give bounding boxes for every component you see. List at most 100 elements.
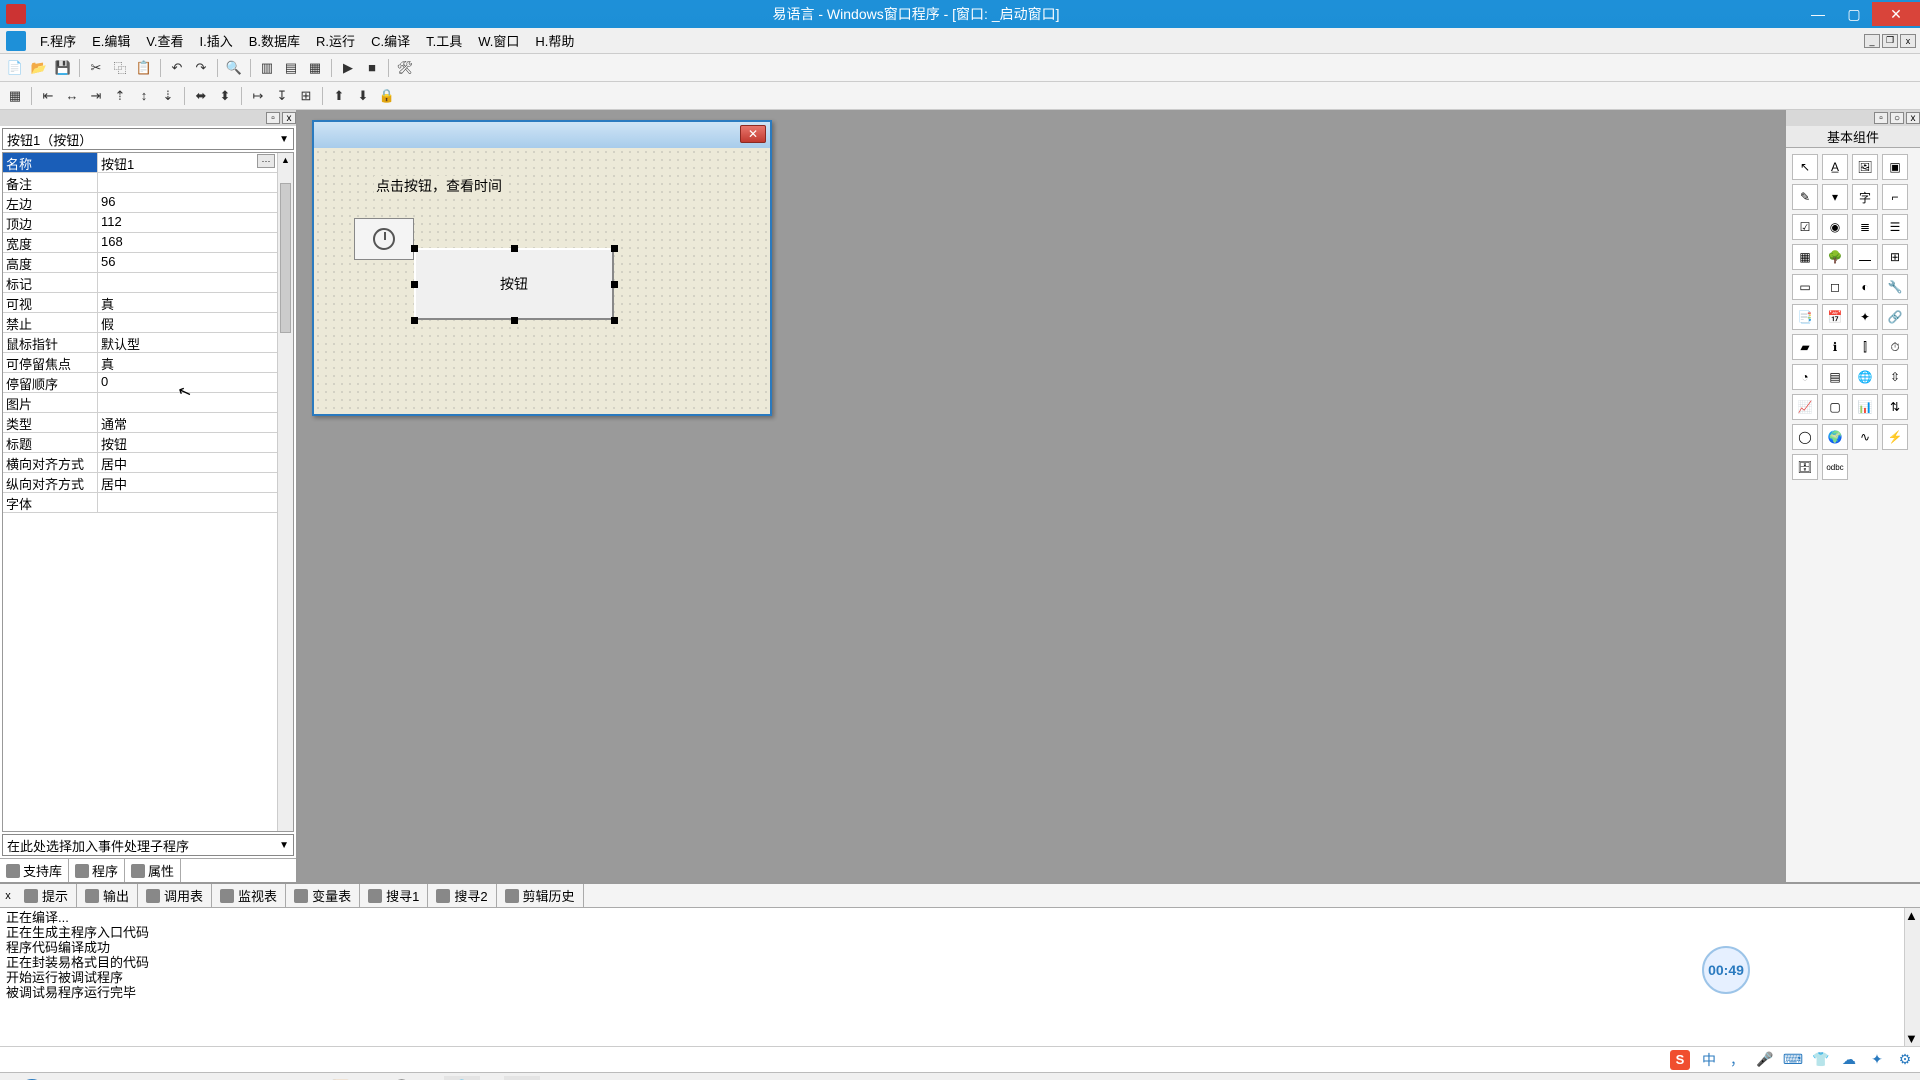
tool-panel[interactable]: ▭ xyxy=(1792,274,1818,300)
design-button-control[interactable]: 按钮 xyxy=(414,248,614,320)
tool-tree[interactable]: 🌳 xyxy=(1822,244,1848,270)
mdi-restore-button[interactable]: ❐ xyxy=(1882,34,1898,48)
tool-report[interactable]: 📊 xyxy=(1852,394,1878,420)
prop-value[interactable]: 默认型 xyxy=(98,333,277,352)
tool-split[interactable]: ⫿ xyxy=(1852,334,1878,360)
tool-scroll[interactable]: ⇳ xyxy=(1882,364,1908,390)
tool-tab[interactable]: 📑 xyxy=(1792,304,1818,330)
toolbox-dock-button[interactable]: ▫ xyxy=(1874,112,1888,124)
prop-value[interactable] xyxy=(98,273,277,292)
new-file-button[interactable]: 📄 xyxy=(4,57,26,79)
tool-wave[interactable]: ∿ xyxy=(1852,424,1878,450)
tool-spin[interactable]: ⇅ xyxy=(1882,394,1908,420)
prop-row[interactable]: 标记 xyxy=(3,273,293,293)
prop-row[interactable]: 鼠标指针默认型 xyxy=(3,333,293,353)
output-scrollbar[interactable]: ▲▼ xyxy=(1904,908,1920,1046)
grid-toggle-button[interactable]: ▦ xyxy=(4,85,26,107)
tool-frame[interactable]: ▢ xyxy=(1822,394,1848,420)
output-tab-7[interactable]: 剪辑历史 xyxy=(497,884,584,907)
ime-tools-icon[interactable]: ✦ xyxy=(1868,1051,1886,1069)
build-button[interactable]: 🛠 xyxy=(394,57,416,79)
ie-launcher[interactable] xyxy=(6,1075,58,1080)
vspace-button[interactable]: ↧ xyxy=(271,85,293,107)
copy-button[interactable]: ⿻ xyxy=(109,57,131,79)
mdi-minimize-button[interactable]: _ xyxy=(1864,34,1880,48)
align-center-button[interactable]: ↔ xyxy=(61,85,83,107)
same-width-button[interactable]: ⬌ xyxy=(190,85,212,107)
ime-punct-icon[interactable]: ， xyxy=(1728,1051,1746,1069)
cut-button[interactable]: ✂ xyxy=(85,57,107,79)
tool-list[interactable]: ≣ xyxy=(1852,214,1878,240)
align-right-button[interactable]: ⇥ xyxy=(85,85,107,107)
menu-item-5[interactable]: R.运行 xyxy=(308,29,363,52)
ime-extra1-icon[interactable]: 👕 xyxy=(1812,1051,1830,1069)
prop-row[interactable]: 可视真 xyxy=(3,293,293,313)
prop-value[interactable]: 56 xyxy=(98,253,277,272)
align-bottom-button[interactable]: ⇣ xyxy=(157,85,179,107)
panel-dock-button[interactable]: ▫ xyxy=(266,112,280,124)
toolbox-pin-button[interactable]: ○ xyxy=(1890,112,1904,124)
event-selector-dropdown[interactable]: 在此处选择加入事件处理子程序 xyxy=(2,834,294,856)
maximize-button[interactable]: ▢ xyxy=(1836,2,1872,26)
tool-menu[interactable]: ☰ xyxy=(1882,214,1908,240)
prop-value[interactable]: 居中 xyxy=(98,453,277,472)
prop-row[interactable]: 顶边112 xyxy=(3,213,293,233)
design-form[interactable]: ✕ 点击按钮，查看时间 按钮 xyxy=(312,120,772,416)
prop-row[interactable]: 宽度168 xyxy=(3,233,293,253)
design-form-body[interactable]: 点击按钮，查看时间 按钮 xyxy=(314,148,770,414)
menu-item-9[interactable]: H.帮助 xyxy=(527,29,582,52)
tool-ole[interactable]: ◯ xyxy=(1792,424,1818,450)
prop-value[interactable]: 96 xyxy=(98,193,277,212)
tool-flash[interactable]: ⚡ xyxy=(1882,424,1908,450)
tool-grid[interactable]: ▤ xyxy=(1822,364,1848,390)
layout1-button[interactable]: ▥ xyxy=(256,57,278,79)
output-tab-5[interactable]: 搜寻1 xyxy=(360,884,428,907)
tool-icon[interactable]: ✦ xyxy=(1852,304,1878,330)
prop-row[interactable]: 备注 xyxy=(3,173,293,193)
tool-timer[interactable]: ⏱ xyxy=(1882,334,1908,360)
tool-edit[interactable]: ✎ xyxy=(1792,184,1818,210)
taskbar-sublime[interactable]: 📙 xyxy=(324,1076,360,1080)
prop-row[interactable]: 横向对齐方式居中 xyxy=(3,453,293,473)
output-tab-2[interactable]: 调用表 xyxy=(138,884,212,907)
properties-scrollbar[interactable]: ▲ xyxy=(277,153,293,831)
prop-value[interactable]: 真 xyxy=(98,353,277,372)
tool-check[interactable]: ☑ xyxy=(1792,214,1818,240)
tool-calendar[interactable]: 📅 xyxy=(1822,304,1848,330)
output-tab-3[interactable]: 监视表 xyxy=(212,884,286,907)
menu-item-0[interactable]: F.程序 xyxy=(32,29,84,52)
tool-chart[interactable]: 📈 xyxy=(1792,394,1818,420)
output-tab-0[interactable]: 提示 xyxy=(16,884,77,907)
layout2-button[interactable]: ▤ xyxy=(280,57,302,79)
prop-tab-2[interactable]: 属性 xyxy=(125,859,181,882)
save-file-button[interactable]: 💾 xyxy=(52,57,74,79)
menu-item-1[interactable]: E.编辑 xyxy=(84,29,138,52)
tool-web[interactable]: 🌍 xyxy=(1822,424,1848,450)
ime-settings-icon[interactable]: ⚙ xyxy=(1896,1051,1914,1069)
taskbar-explorer[interactable]: 📁 xyxy=(84,1076,120,1080)
menu-item-3[interactable]: I.插入 xyxy=(192,29,241,52)
ime-voice-icon[interactable]: 🎤 xyxy=(1756,1051,1774,1069)
menu-item-8[interactable]: W.窗口 xyxy=(470,29,527,52)
tool-pictureframe[interactable]: ▣ xyxy=(1882,154,1908,180)
tool-toggle[interactable]: ⊞ xyxy=(1882,244,1908,270)
prop-row[interactable]: 停留顺序0 xyxy=(3,373,293,393)
tool-shape[interactable]: ⌐ xyxy=(1882,184,1908,210)
minimize-button[interactable]: — xyxy=(1800,2,1836,26)
prop-value[interactable]: 112 xyxy=(98,213,277,232)
paste-button[interactable]: 📋 xyxy=(133,57,155,79)
tool-link[interactable]: 🔗 xyxy=(1882,304,1908,330)
tool-odbc[interactable]: odbc xyxy=(1822,454,1848,480)
toolbox-close-button[interactable]: x xyxy=(1906,112,1920,124)
align-top-button[interactable]: ⇡ xyxy=(109,85,131,107)
lock-button[interactable]: 🔒 xyxy=(376,85,398,107)
output-tab-4[interactable]: 变量表 xyxy=(286,884,360,907)
bring-front-button[interactable]: ⬆ xyxy=(328,85,350,107)
taskbar-chrome[interactable]: 🌐 xyxy=(444,1076,480,1080)
prop-row[interactable]: 图片 xyxy=(3,393,293,413)
panel-close-button[interactable]: x xyxy=(282,112,296,124)
ime-cloud-icon[interactable]: ☁ xyxy=(1840,1051,1858,1069)
prop-value[interactable] xyxy=(98,493,277,512)
undo-button[interactable]: ↶ xyxy=(166,57,188,79)
tool-toolbar[interactable]: 🔧 xyxy=(1882,274,1908,300)
